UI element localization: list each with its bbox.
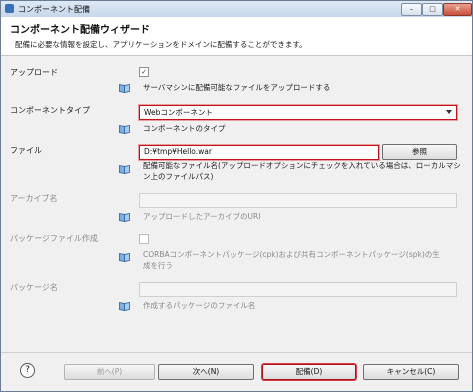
file-label: ファイル (10, 146, 42, 155)
package-name-input[interactable] (139, 282, 457, 297)
package-name-description: 作成するパッケージのファイル名 (143, 301, 256, 310)
book-icon (119, 164, 130, 174)
package-create-label: パッケージファイル作成 (10, 234, 98, 243)
book-icon (119, 212, 130, 222)
dialog-window: コンポーネント配備 – □ ✕ コンポーネント配備ウィザード 配備に必要な情報を… (0, 0, 473, 392)
form-area: アップロード ✓ サーバマシンに配備可能なファイルをアップロードする コンポーネ… (1, 56, 472, 352)
book-icon (119, 301, 130, 311)
close-button[interactable]: ✕ (443, 3, 472, 16)
archive-name-label: アーカイブ名 (10, 194, 58, 203)
book-icon (119, 252, 130, 262)
component-type-value: Webコンポーネント (144, 108, 213, 117)
wizard-title: コンポーネント配備ウィザード (10, 25, 150, 36)
upload-label: アップロード (10, 68, 58, 77)
window-title: コンポーネント配備 (18, 5, 90, 14)
wizard-description: 配備に必要な情報を設定し、アプリケーションをドメインに配備することができます。 (15, 40, 307, 49)
deploy-button[interactable]: 配備(D) (262, 364, 356, 380)
cancel-button[interactable]: キャンセル(C) (363, 364, 459, 380)
back-button[interactable]: 前へ(P) (64, 364, 155, 380)
minimize-button[interactable]: – (401, 3, 422, 16)
component-type-description: コンポーネントのタイプ (143, 124, 226, 133)
component-type-label: コンポーネントタイプ (10, 106, 90, 115)
file-description-line2: ン上のファイルパス) (143, 172, 214, 181)
archive-name-description: アップロードしたアーカイブのURI (143, 212, 261, 221)
book-icon (119, 124, 130, 134)
package-create-description-line2: 成を行う (143, 261, 173, 270)
title-bar: コンポーネント配備 – □ ✕ (1, 1, 472, 17)
button-bar: ? 前へ(P) 次へ(N) 配備(D) キャンセル(C) (1, 352, 472, 391)
file-input[interactable]: D:¥tmp¥Hello.war (139, 145, 379, 160)
archive-name-input[interactable] (139, 193, 457, 208)
book-icon (119, 83, 130, 93)
browse-button[interactable]: 参照 (382, 144, 457, 160)
wizard-header: コンポーネント配備ウィザード 配備に必要な情報を設定し、アプリケーションをドメイ… (1, 17, 472, 56)
maximize-button[interactable]: □ (422, 3, 443, 16)
component-type-select[interactable]: Webコンポーネント (139, 105, 457, 120)
upload-checkbox[interactable]: ✓ (139, 67, 149, 77)
chevron-down-icon (446, 110, 452, 114)
package-create-checkbox[interactable] (139, 234, 149, 244)
file-description-line1: 配備可能なファイル名(アップロードオプションにチェックを入れている場合は、ローカ… (143, 161, 461, 170)
package-name-label: パッケージ名 (10, 283, 58, 292)
package-create-description-line1: CORBAコンポーネントパッケージ(cpk)および共有コンポーネントパッケージ(… (143, 250, 440, 259)
help-icon[interactable]: ? (20, 363, 35, 378)
app-icon (5, 4, 14, 13)
next-button[interactable]: 次へ(N) (158, 364, 254, 380)
upload-description: サーバマシンに配備可能なファイルをアップロードする (143, 83, 331, 92)
file-input-value: D:¥tmp¥Hello.war (144, 147, 212, 156)
